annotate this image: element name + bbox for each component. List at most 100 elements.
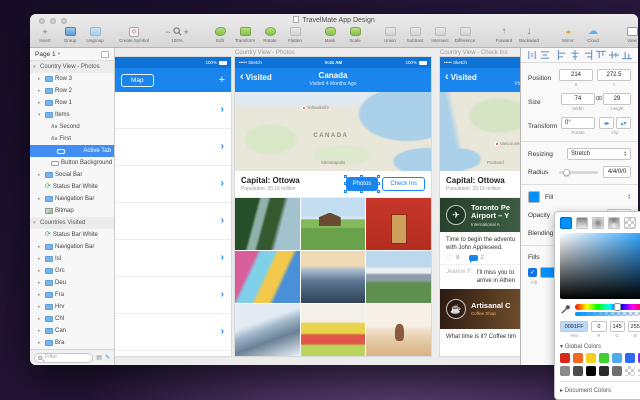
- color-swatch[interactable]: [599, 366, 609, 376]
- difference-button[interactable]: Difference: [456, 26, 474, 43]
- country-row[interactable]: ›: [115, 314, 231, 351]
- fill-color-swatch[interactable]: [528, 191, 540, 203]
- add-icon[interactable]: +: [219, 74, 225, 86]
- backward-button[interactable]: ↓Backward: [520, 26, 538, 43]
- map-tab-button[interactable]: Map: [121, 74, 154, 87]
- layer-first[interactable]: AaFirst: [30, 133, 114, 145]
- hex-input[interactable]: 0091FF: [560, 321, 588, 332]
- color-swatch[interactable]: [586, 353, 596, 363]
- transform-button[interactable]: Transform: [236, 26, 254, 43]
- alpha-slider[interactable]: [575, 312, 640, 316]
- like-icon[interactable]: ♡: [446, 255, 453, 261]
- saturation-brightness-picker[interactable]: [560, 233, 640, 299]
- distribute-vertical-icon[interactable]: [540, 50, 550, 60]
- mask-button[interactable]: Mask: [321, 26, 339, 43]
- color-swatch[interactable]: [560, 366, 570, 376]
- rotate-button[interactable]: Rotate: [261, 26, 279, 43]
- photo-thumb[interactable]: [301, 198, 366, 250]
- color-swatch[interactable]: [625, 353, 635, 363]
- zoom-control[interactable]: −+100%: [168, 26, 186, 43]
- layer-grc[interactable]: ▸Grc: [30, 265, 114, 277]
- radius-field[interactable]: 4/4/0/0: [603, 166, 631, 178]
- resizing-select[interactable]: Stretch▲▼: [567, 148, 631, 160]
- red-input[interactable]: 0: [591, 321, 606, 332]
- layer-navigation-bar[interactable]: ▸Navigation Bar: [30, 193, 114, 205]
- lock-ratio-icon[interactable]: [595, 94, 603, 102]
- transparent-swatch[interactable]: [625, 366, 635, 376]
- edit-button[interactable]: Edit: [211, 26, 229, 43]
- country-row[interactable]: ›: [115, 277, 231, 314]
- photo-thumb[interactable]: [301, 251, 366, 303]
- check-ins-tab-button[interactable]: Check Ins: [382, 177, 425, 191]
- photo-thumb[interactable]: [366, 251, 431, 303]
- scale-button[interactable]: Scale: [346, 26, 364, 43]
- align-middle-vertical-icon[interactable]: [609, 50, 619, 60]
- photo-thumb[interactable]: [301, 304, 366, 356]
- country-row[interactable]: ›: [115, 92, 231, 129]
- global-colors-header[interactable]: ▾ Global Colors: [560, 343, 640, 350]
- flatten-button[interactable]: Flatten: [286, 26, 304, 43]
- country-row[interactable]: ›: [115, 240, 231, 277]
- layer-can[interactable]: ▸Can: [30, 325, 114, 337]
- color-swatch[interactable]: [560, 353, 570, 363]
- layer-deu[interactable]: ▸Deu: [30, 277, 114, 289]
- pages-icon[interactable]: ▤: [96, 354, 102, 361]
- layer-navigation-bar-2[interactable]: ▸Navigation Bar: [30, 241, 114, 253]
- zoom-out-icon[interactable]: −: [165, 27, 170, 37]
- artboard2-label[interactable]: Country View - Photos: [235, 50, 295, 56]
- hue-slider[interactable]: [575, 304, 640, 310]
- artboard-country-view-photos[interactable]: ••••• Sketch 9:41 AM 100% ‹Visited Canad…: [235, 57, 431, 356]
- angular-gradient-tab[interactable]: [608, 217, 620, 229]
- map-west-coast[interactable]: Vancouver Portland: [440, 92, 520, 171]
- color-swatch[interactable]: [612, 366, 622, 376]
- union-button[interactable]: Union: [381, 26, 399, 43]
- layer-artboard-country-view-photos[interactable]: ▾Country View - Photos: [30, 61, 114, 73]
- layer-button-background[interactable]: Button Background: [30, 157, 114, 169]
- align-left-icon[interactable]: [557, 50, 567, 60]
- photo-thumb[interactable]: [366, 304, 431, 356]
- pencil-icon[interactable]: ✎: [105, 354, 110, 361]
- layer-bitmap[interactable]: Bitmap: [30, 205, 114, 217]
- country-row[interactable]: ›: [115, 129, 231, 166]
- page-selector[interactable]: Page 1▾: [30, 48, 114, 61]
- view-button[interactable]: View: [623, 26, 640, 43]
- align-bottom-icon[interactable]: [622, 50, 632, 60]
- document-colors-header[interactable]: ▸ Document Colors: [560, 387, 640, 394]
- color-swatch[interactable]: [612, 353, 622, 363]
- artboard-country-view-check-ins[interactable]: ••••• Sketch 9:41 AM 100% ‹Visited Canad…: [440, 57, 520, 356]
- layer-items[interactable]: ▾Items: [30, 109, 114, 121]
- pattern-fill-tab[interactable]: [624, 217, 636, 229]
- layer-chl[interactable]: ▸Chl: [30, 313, 114, 325]
- solid-fill-tab[interactable]: [560, 217, 572, 229]
- green-input[interactable]: 145: [610, 321, 625, 332]
- checkin-card-coffee[interactable]: ☕ Artisanal C Coffee Shop: [440, 289, 520, 329]
- eyedropper-icon[interactable]: [560, 304, 571, 315]
- comment-icon[interactable]: [469, 255, 478, 261]
- layer-row-3[interactable]: ▸Row 3: [30, 73, 114, 85]
- artboard-countries-visited[interactable]: 100% Map + › › › › › › ›: [115, 57, 231, 356]
- align-right-icon[interactable]: [583, 50, 593, 60]
- align-center-horizontal-icon[interactable]: [570, 50, 580, 60]
- linear-gradient-tab[interactable]: [576, 217, 588, 229]
- canvas[interactable]: Country View - Photos Country View - Che…: [115, 48, 520, 365]
- color-swatch[interactable]: [599, 353, 609, 363]
- radius-slider[interactable]: [559, 171, 598, 174]
- checkin-card-airport[interactable]: ✈ Toronto PeAirport – Y International A: [440, 198, 520, 232]
- color-swatch[interactable]: [586, 366, 596, 376]
- country-row[interactable]: ›: [115, 203, 231, 240]
- mirror-button[interactable]: ◂▸Mirror: [559, 26, 577, 43]
- photo-thumb[interactable]: [366, 198, 431, 250]
- align-top-icon[interactable]: [596, 50, 606, 60]
- filter-input[interactable]: Filter: [34, 353, 93, 363]
- layer-bra[interactable]: ▸Bra: [30, 337, 114, 349]
- layer-status-bar-white[interactable]: ⟳Status Bar White: [30, 181, 114, 193]
- artboard3-label[interactable]: Country View - Check Ins: [440, 50, 508, 56]
- photo-thumb[interactable]: [235, 251, 300, 303]
- layer-hrv[interactable]: ▸Hrv: [30, 301, 114, 313]
- layer-second[interactable]: AaSecond: [30, 121, 114, 133]
- photo-thumb[interactable]: [235, 304, 300, 356]
- layer-active-tab[interactable]: Active Tab: [30, 145, 114, 157]
- flip-vertical-button[interactable]: ▴▾: [616, 117, 631, 129]
- cloud-button[interactable]: ☁Cloud: [584, 26, 602, 43]
- panel-toggle-icon[interactable]: [101, 51, 109, 58]
